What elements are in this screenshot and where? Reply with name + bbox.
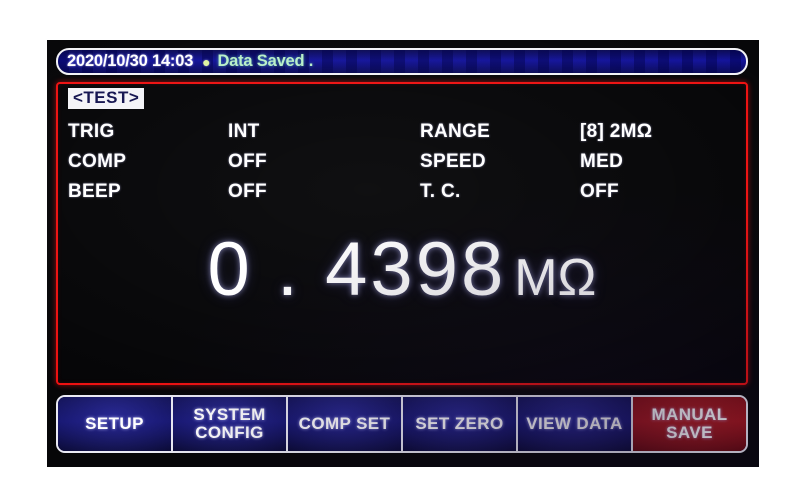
softkey-manual-save-label: MANUAL SAVE [651,404,728,442]
softkey-system-config-label: SYSTEM CONFIG [193,404,266,442]
param-label-trig: TRIG [68,121,115,142]
param-label-range: RANGE [420,121,491,142]
softkey-view-data[interactable]: VIEW DATA [518,397,633,451]
softkey-bar: SETUP SYSTEM CONFIG COMP SET SET ZERO VI… [56,395,748,453]
softkey-view-data-label: VIEW DATA [526,413,623,433]
param-label-speed: SPEED [420,151,486,172]
instrument-lcd-screen: 2020/10/30 14:03 ● Data Saved . <TEST> T… [47,40,759,467]
param-label-comp: COMP [68,151,127,172]
param-value-range: [8] 2MΩ [580,121,653,142]
softkey-comp-set-label: COMP SET [298,413,391,433]
softkey-manual-save[interactable]: MANUAL SAVE [633,397,746,451]
param-label-beep: BEEP [68,181,121,202]
softkey-system-config[interactable]: SYSTEM CONFIG [173,397,288,451]
softkey-setup-label: SETUP [85,413,144,433]
softkey-set-zero[interactable]: SET ZERO [403,397,518,451]
status-bar: 2020/10/30 14:03 ● Data Saved . [56,48,748,75]
screenshot-root: { "status_bar": { "datetime": "2020/10/3… [0,0,800,500]
parameter-grid: TRIG INT RANGE [8] 2MΩ COMP OFF SPEED ME… [68,117,740,207]
param-value-tc: OFF [580,181,619,202]
param-value-trig: INT [228,121,260,142]
status-datetime: 2020/10/30 14:03 [67,52,194,70]
softkey-set-zero-label: SET ZERO [415,413,504,433]
param-value-beep: OFF [228,181,267,202]
status-message: Data Saved . [217,52,314,70]
measurement-panel: <TEST> TRIG INT RANGE [8] 2MΩ COMP OFF S… [56,82,748,385]
record-indicator-icon: ● [202,53,211,70]
param-value-comp: OFF [228,151,267,172]
param-value-speed: MED [580,151,624,172]
reading-unit: MΩ [514,249,597,307]
reading-value: 0 . 4398 [207,227,507,312]
primary-reading: 0 . 4398 MΩ [58,232,746,308]
softkey-setup[interactable]: SETUP [58,397,173,451]
param-label-tc: T. C. [420,181,461,202]
mode-badge: <TEST> [68,88,145,109]
softkey-comp-set[interactable]: COMP SET [288,397,403,451]
